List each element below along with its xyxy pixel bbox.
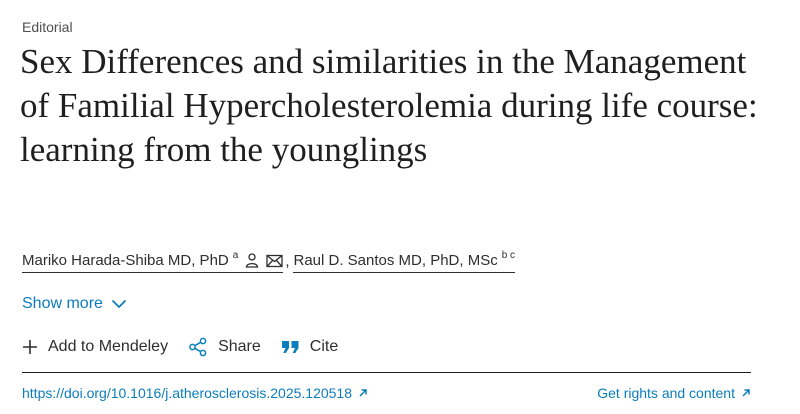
article-type-label: Editorial [22, 19, 73, 35]
cite-button[interactable]: Cite [281, 338, 338, 356]
author-name: Raul D. Santos MD, PhD, MSc [293, 252, 498, 269]
share-button[interactable]: Share [188, 337, 261, 357]
external-link-icon [741, 388, 751, 398]
external-link-icon [358, 388, 368, 398]
rights-link[interactable]: Get rights and content [597, 385, 751, 401]
person-icon[interactable] [244, 252, 260, 268]
show-more-label: Show more [22, 295, 103, 312]
quote-icon [281, 339, 300, 355]
share-icon [188, 337, 208, 357]
affiliation-marker[interactable]: a [233, 250, 239, 261]
affiliation-marker[interactable]: b c [502, 250, 515, 261]
author-name: Mariko Harada-Shiba MD, PhD [22, 252, 229, 269]
plus-icon [22, 339, 38, 355]
author-separator: , [285, 253, 290, 270]
author-harada-shiba[interactable]: Mariko Harada-Shiba MD, PhD a [22, 250, 284, 273]
add-to-mendeley-label: Add to Mendeley [48, 338, 169, 355]
author-list: Mariko Harada-Shiba MD, PhD a , Raul D. … [22, 247, 516, 273]
rights-text: Get rights and content [597, 385, 735, 401]
divider [22, 372, 751, 373]
doi-text: https://doi.org/10.1016/j.atherosclerosi… [22, 385, 353, 401]
cite-label: Cite [309, 338, 339, 355]
show-more-button[interactable]: Show more [22, 295, 127, 313]
chevron-down-icon [111, 299, 127, 309]
article-title: Sex Differences and similarities in the … [20, 42, 758, 169]
article-actions: Add to Mendeley Share Cite [22, 337, 358, 357]
doi-link[interactable]: https://doi.org/10.1016/j.atherosclerosi… [22, 385, 368, 401]
add-to-mendeley-button[interactable]: Add to Mendeley [22, 338, 168, 356]
envelope-icon[interactable] [266, 254, 283, 268]
share-label: Share [218, 338, 261, 355]
author-santos[interactable]: Raul D. Santos MD, PhD, MSc b c [293, 250, 516, 273]
